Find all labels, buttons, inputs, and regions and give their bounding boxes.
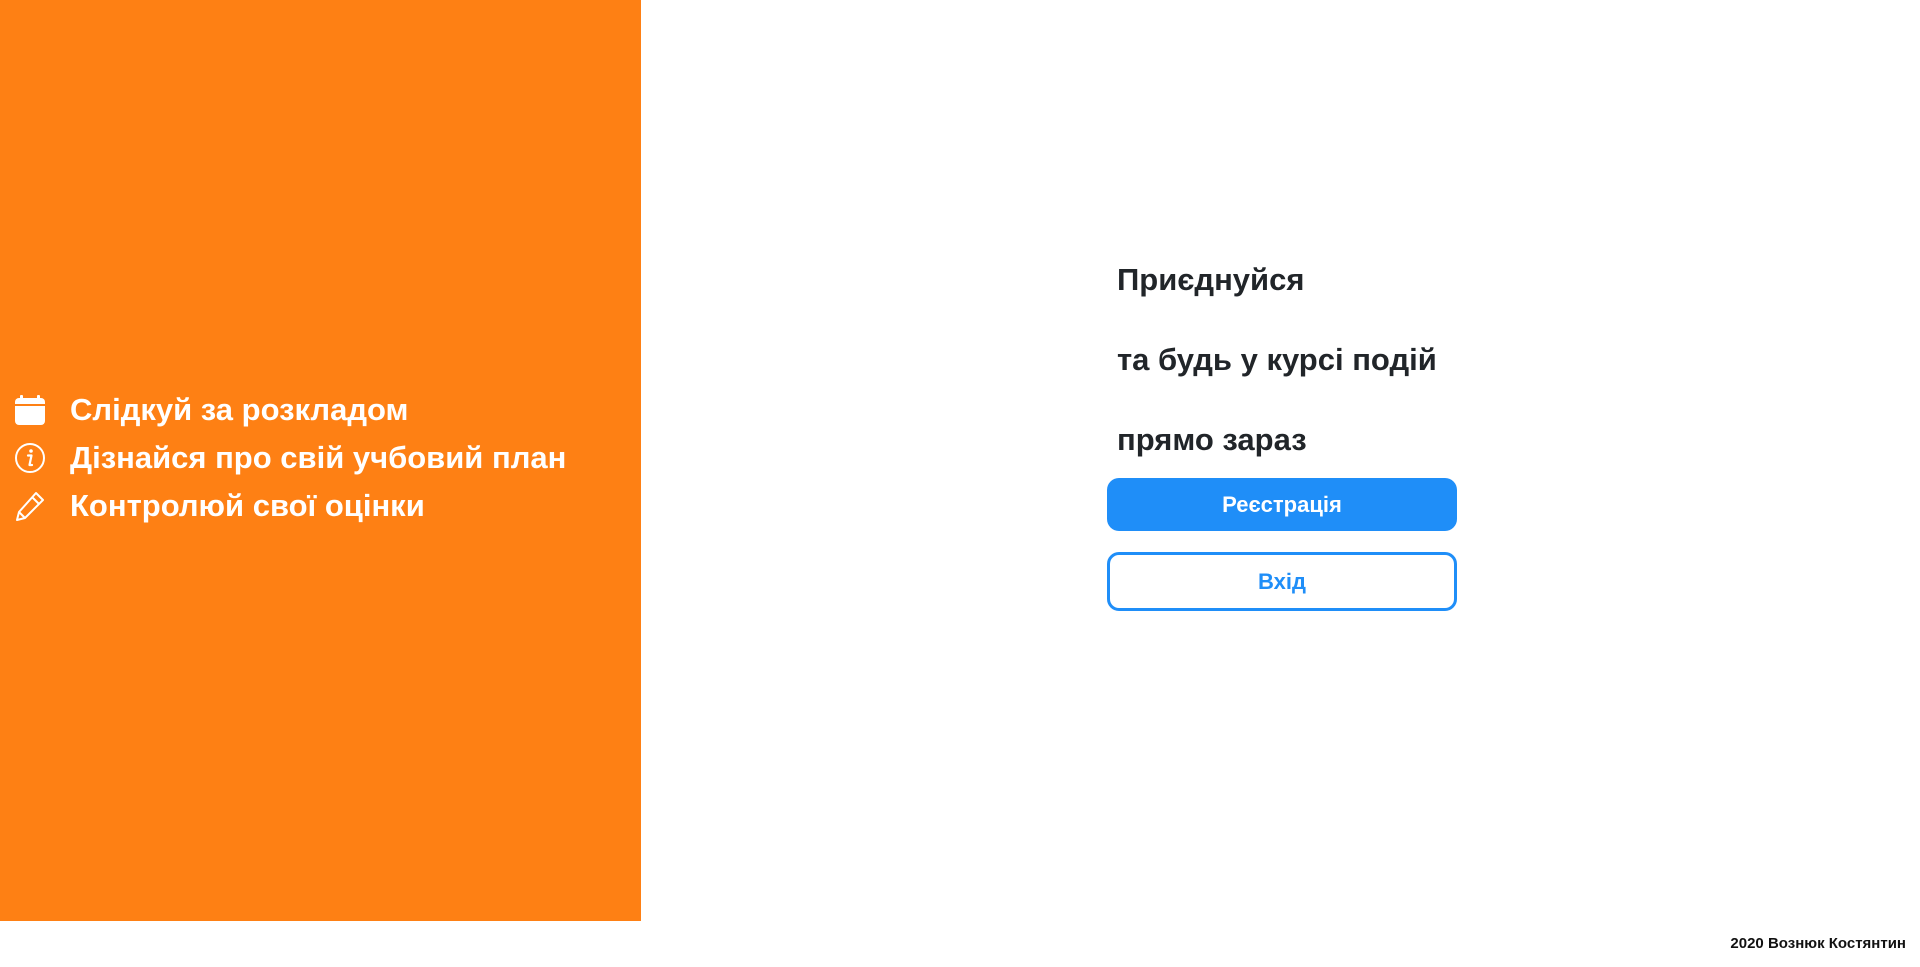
footer-copyright: 2020 Вознюк Костянтин: [1730, 935, 1906, 952]
info-icon: [14, 442, 46, 474]
feature-item-schedule: Слідкуй за розкладом: [14, 391, 566, 428]
feature-list: Слідкуй за розкладом Дізнайся про свій у…: [14, 391, 566, 524]
landing-page: Слідкуй за розкладом Дізнайся про свій у…: [0, 0, 1920, 967]
feature-item-grades: Контролюй свої оцінки: [14, 487, 566, 524]
feature-label: Контролюй свої оцінки: [70, 487, 425, 523]
cta-heading-line-2: та будь у курсі подій: [1117, 342, 1437, 377]
cta-heading-line-1: Приєднуйся: [1117, 262, 1305, 297]
feature-item-study-plan: Дізнайся про свій учбовий план: [14, 439, 566, 476]
call-to-action: Приєднуйся та будь у курсі подій прямо з…: [1107, 260, 1457, 611]
promo-panel: Слідкуй за розкладом Дізнайся про свій у…: [0, 0, 641, 921]
feature-label: Дізнайся про свій учбовий план: [70, 439, 567, 475]
pencil-icon: [14, 490, 46, 522]
calendar-icon: [14, 394, 46, 426]
cta-heading-line-3: прямо зараз: [1117, 422, 1307, 457]
register-button[interactable]: Реєстрація: [1107, 478, 1457, 531]
feature-label: Слідкуй за розкладом: [70, 391, 409, 427]
login-button[interactable]: Вхід: [1107, 552, 1457, 611]
